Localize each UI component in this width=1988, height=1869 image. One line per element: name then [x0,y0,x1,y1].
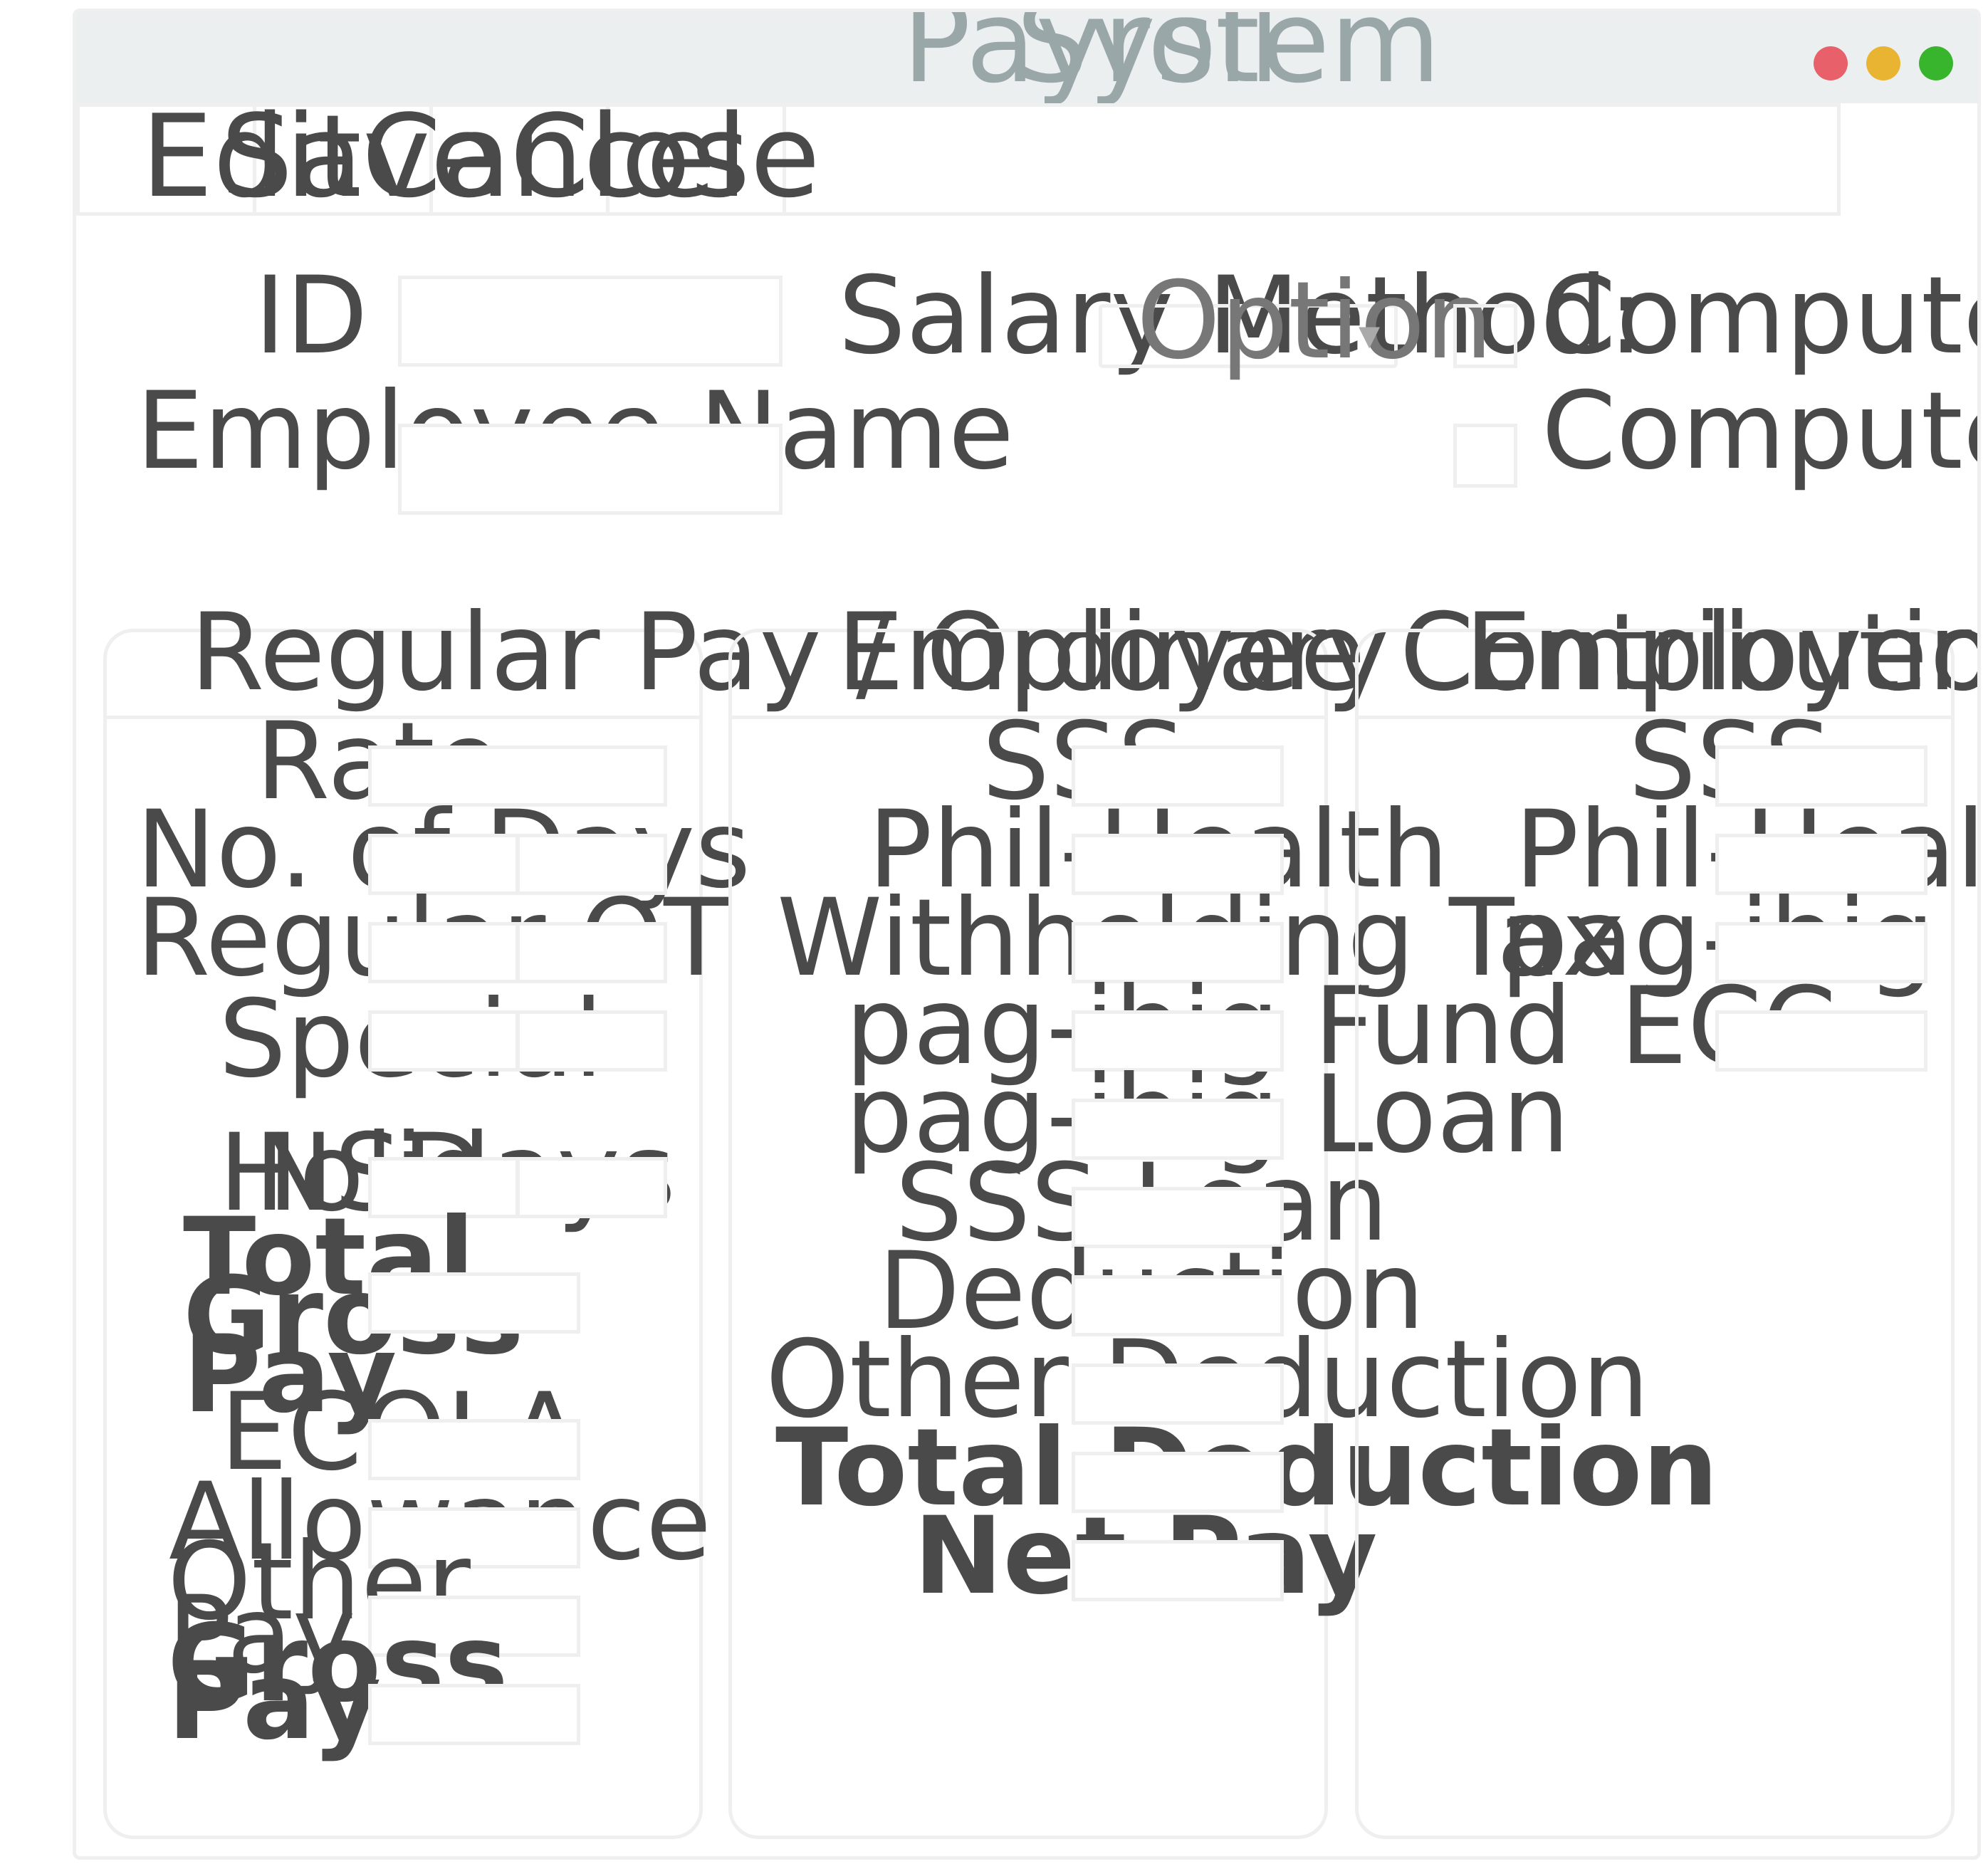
nsd-amount-input[interactable] [516,1157,667,1218]
compute-attendance-checkbox[interactable] [1453,304,1517,368]
special-holidays-days-input[interactable] [368,1010,519,1072]
compute-contribution-label: Compute Contribution [1542,370,1981,493]
close-window-icon[interactable] [1814,46,1848,80]
special-holidays-amount-input[interactable] [516,1010,667,1072]
gross-pay-label: Gross Pay [167,1602,508,1764]
window-title-text-b: System [1016,9,1441,108]
minimize-window-icon[interactable] [1866,46,1900,80]
salary-method-select-value: Option [1136,259,1493,383]
salary-method-select[interactable]: Option ▾ [1099,268,1493,375]
gross-pay-input[interactable] [368,1684,580,1745]
maximize-window-icon[interactable] [1919,46,1953,80]
chevron-down-icon: ▾ [1359,310,1381,360]
close-button-label: Close [510,90,820,223]
employee-name-input[interactable] [398,424,783,515]
net-pay-input[interactable] [1072,1540,1284,1601]
ecc-input[interactable] [1715,1010,1927,1072]
compute-contribution-checkbox[interactable] [1453,424,1517,488]
toolbar: Edit Save Cancel Close [76,100,1841,216]
employer-contribution-header: Employer Contribution [1465,591,1977,715]
compute-attendance-label: Compute Attendance [1542,254,1981,378]
app-window: Payroll System Edit Save Cancel Close ID… [73,9,1981,1860]
id-input[interactable] [398,276,783,367]
close-button[interactable]: Close [510,100,820,214]
id-label: ID [254,254,368,378]
total-gross-pay-input[interactable] [368,1272,580,1334]
